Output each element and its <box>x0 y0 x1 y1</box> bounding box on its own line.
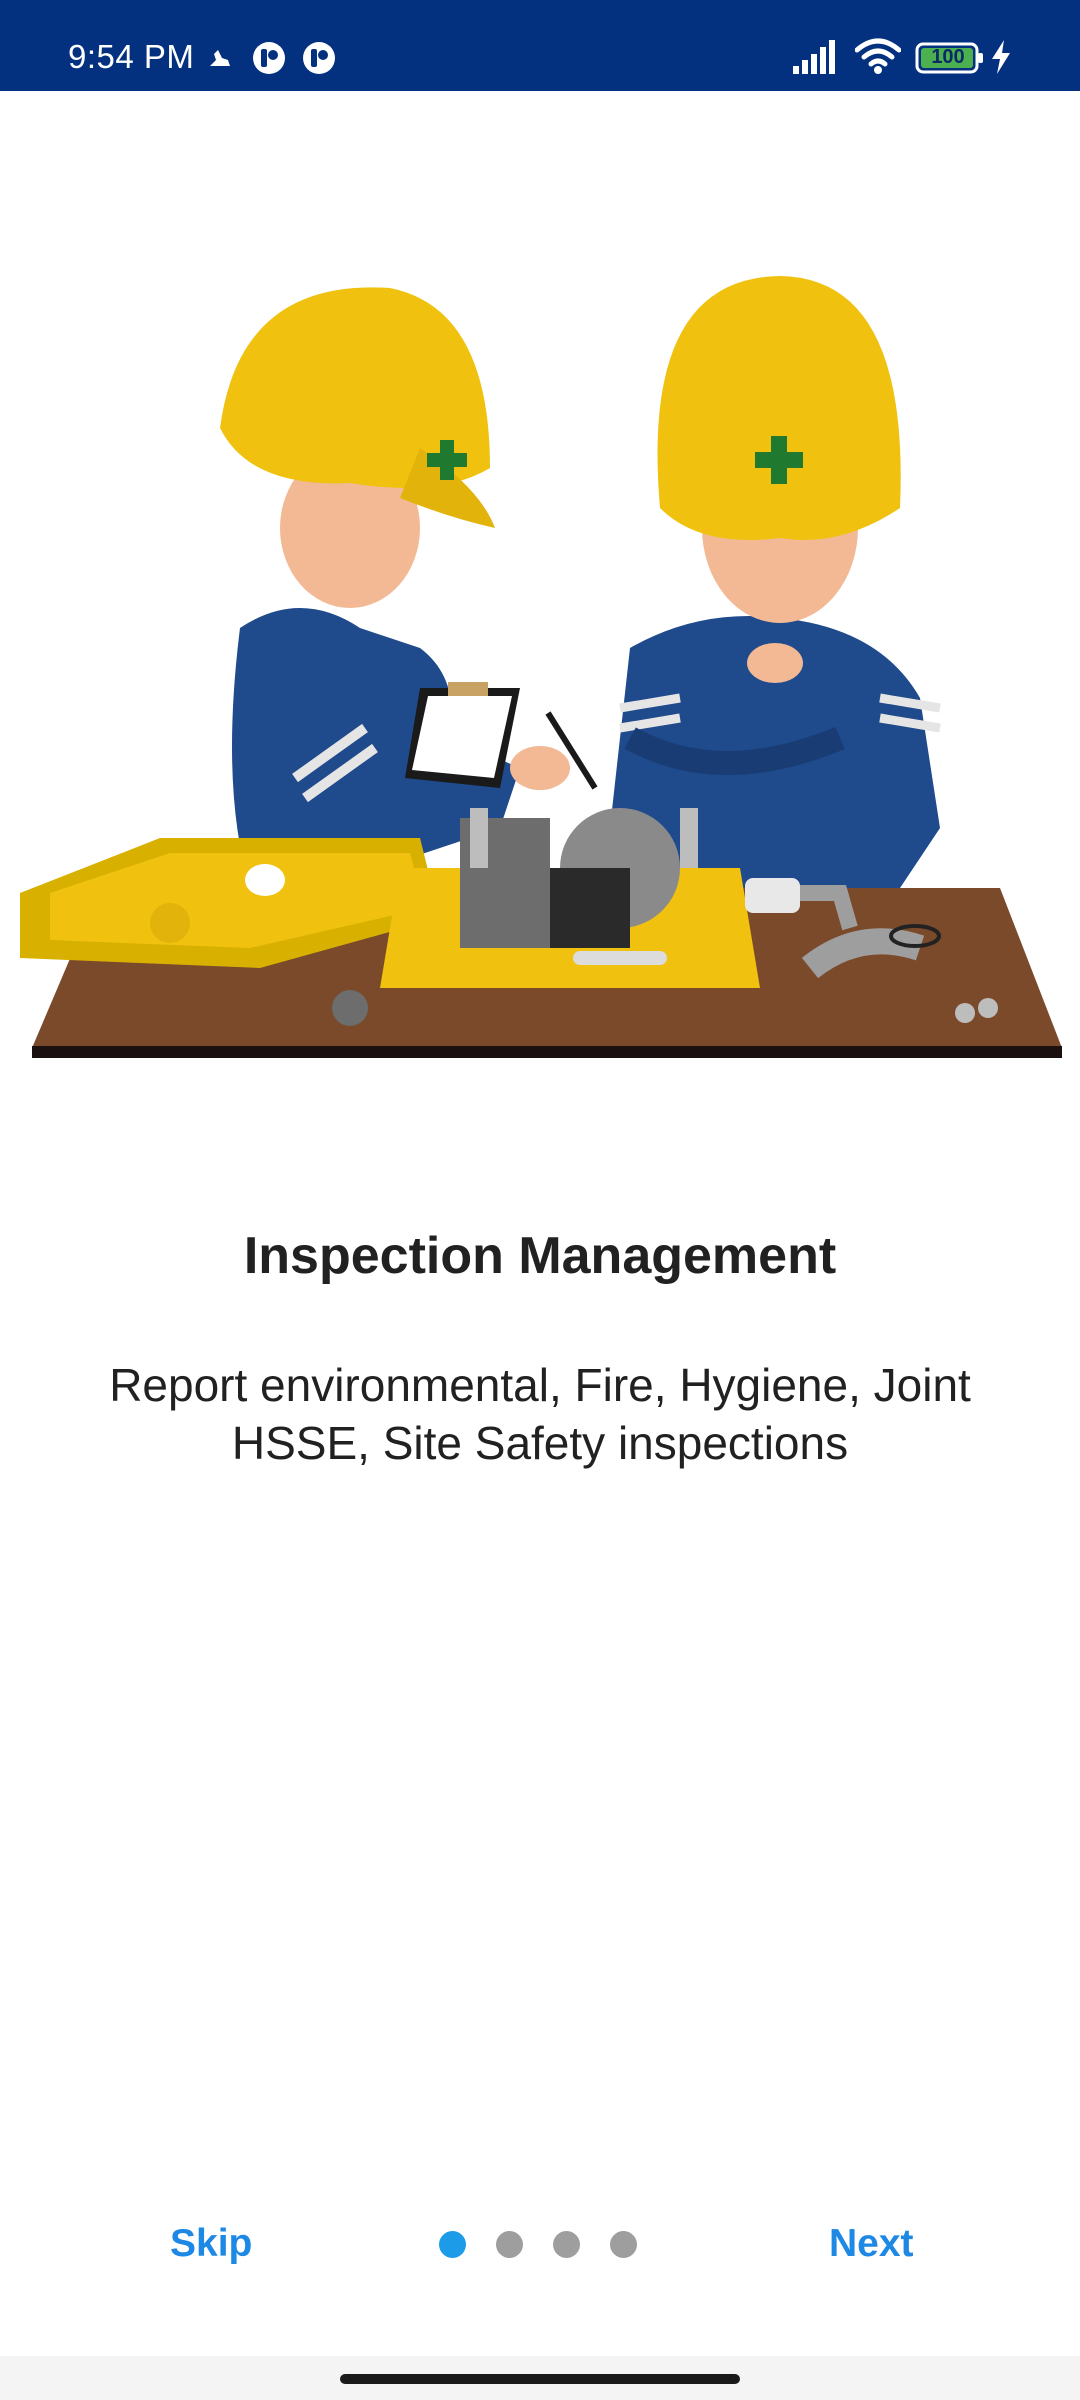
page-dot-1[interactable] <box>439 2231 466 2258</box>
page-dot-3[interactable] <box>553 2231 580 2258</box>
notification-icon <box>210 50 230 66</box>
onboarding-subtitle: Report environmental, Fire, Hygiene, Joi… <box>109 1359 971 1469</box>
next-button[interactable]: Next <box>829 2222 914 2266</box>
battery-level: 100 <box>931 46 965 68</box>
app-icon <box>303 42 335 74</box>
worker-right <box>610 276 941 888</box>
wifi-icon <box>855 38 901 74</box>
status-bar: 9:54 PM 100 <box>0 0 1080 91</box>
two-inspectors-illustration <box>20 276 1062 1058</box>
gesture-area <box>0 2356 1080 2400</box>
page-dot-2[interactable] <box>496 2231 523 2258</box>
gesture-handle[interactable] <box>340 2374 740 2384</box>
onboarding-title: Inspection Management <box>243 1227 837 1285</box>
page-dot-4[interactable] <box>610 2231 637 2258</box>
skip-button[interactable]: Skip <box>170 2222 252 2266</box>
status-time: 9:54 PM <box>68 38 195 75</box>
charging-icon <box>992 40 1010 74</box>
app-icon <box>253 42 285 74</box>
worker-left <box>220 287 598 888</box>
signal-icon <box>793 40 835 74</box>
